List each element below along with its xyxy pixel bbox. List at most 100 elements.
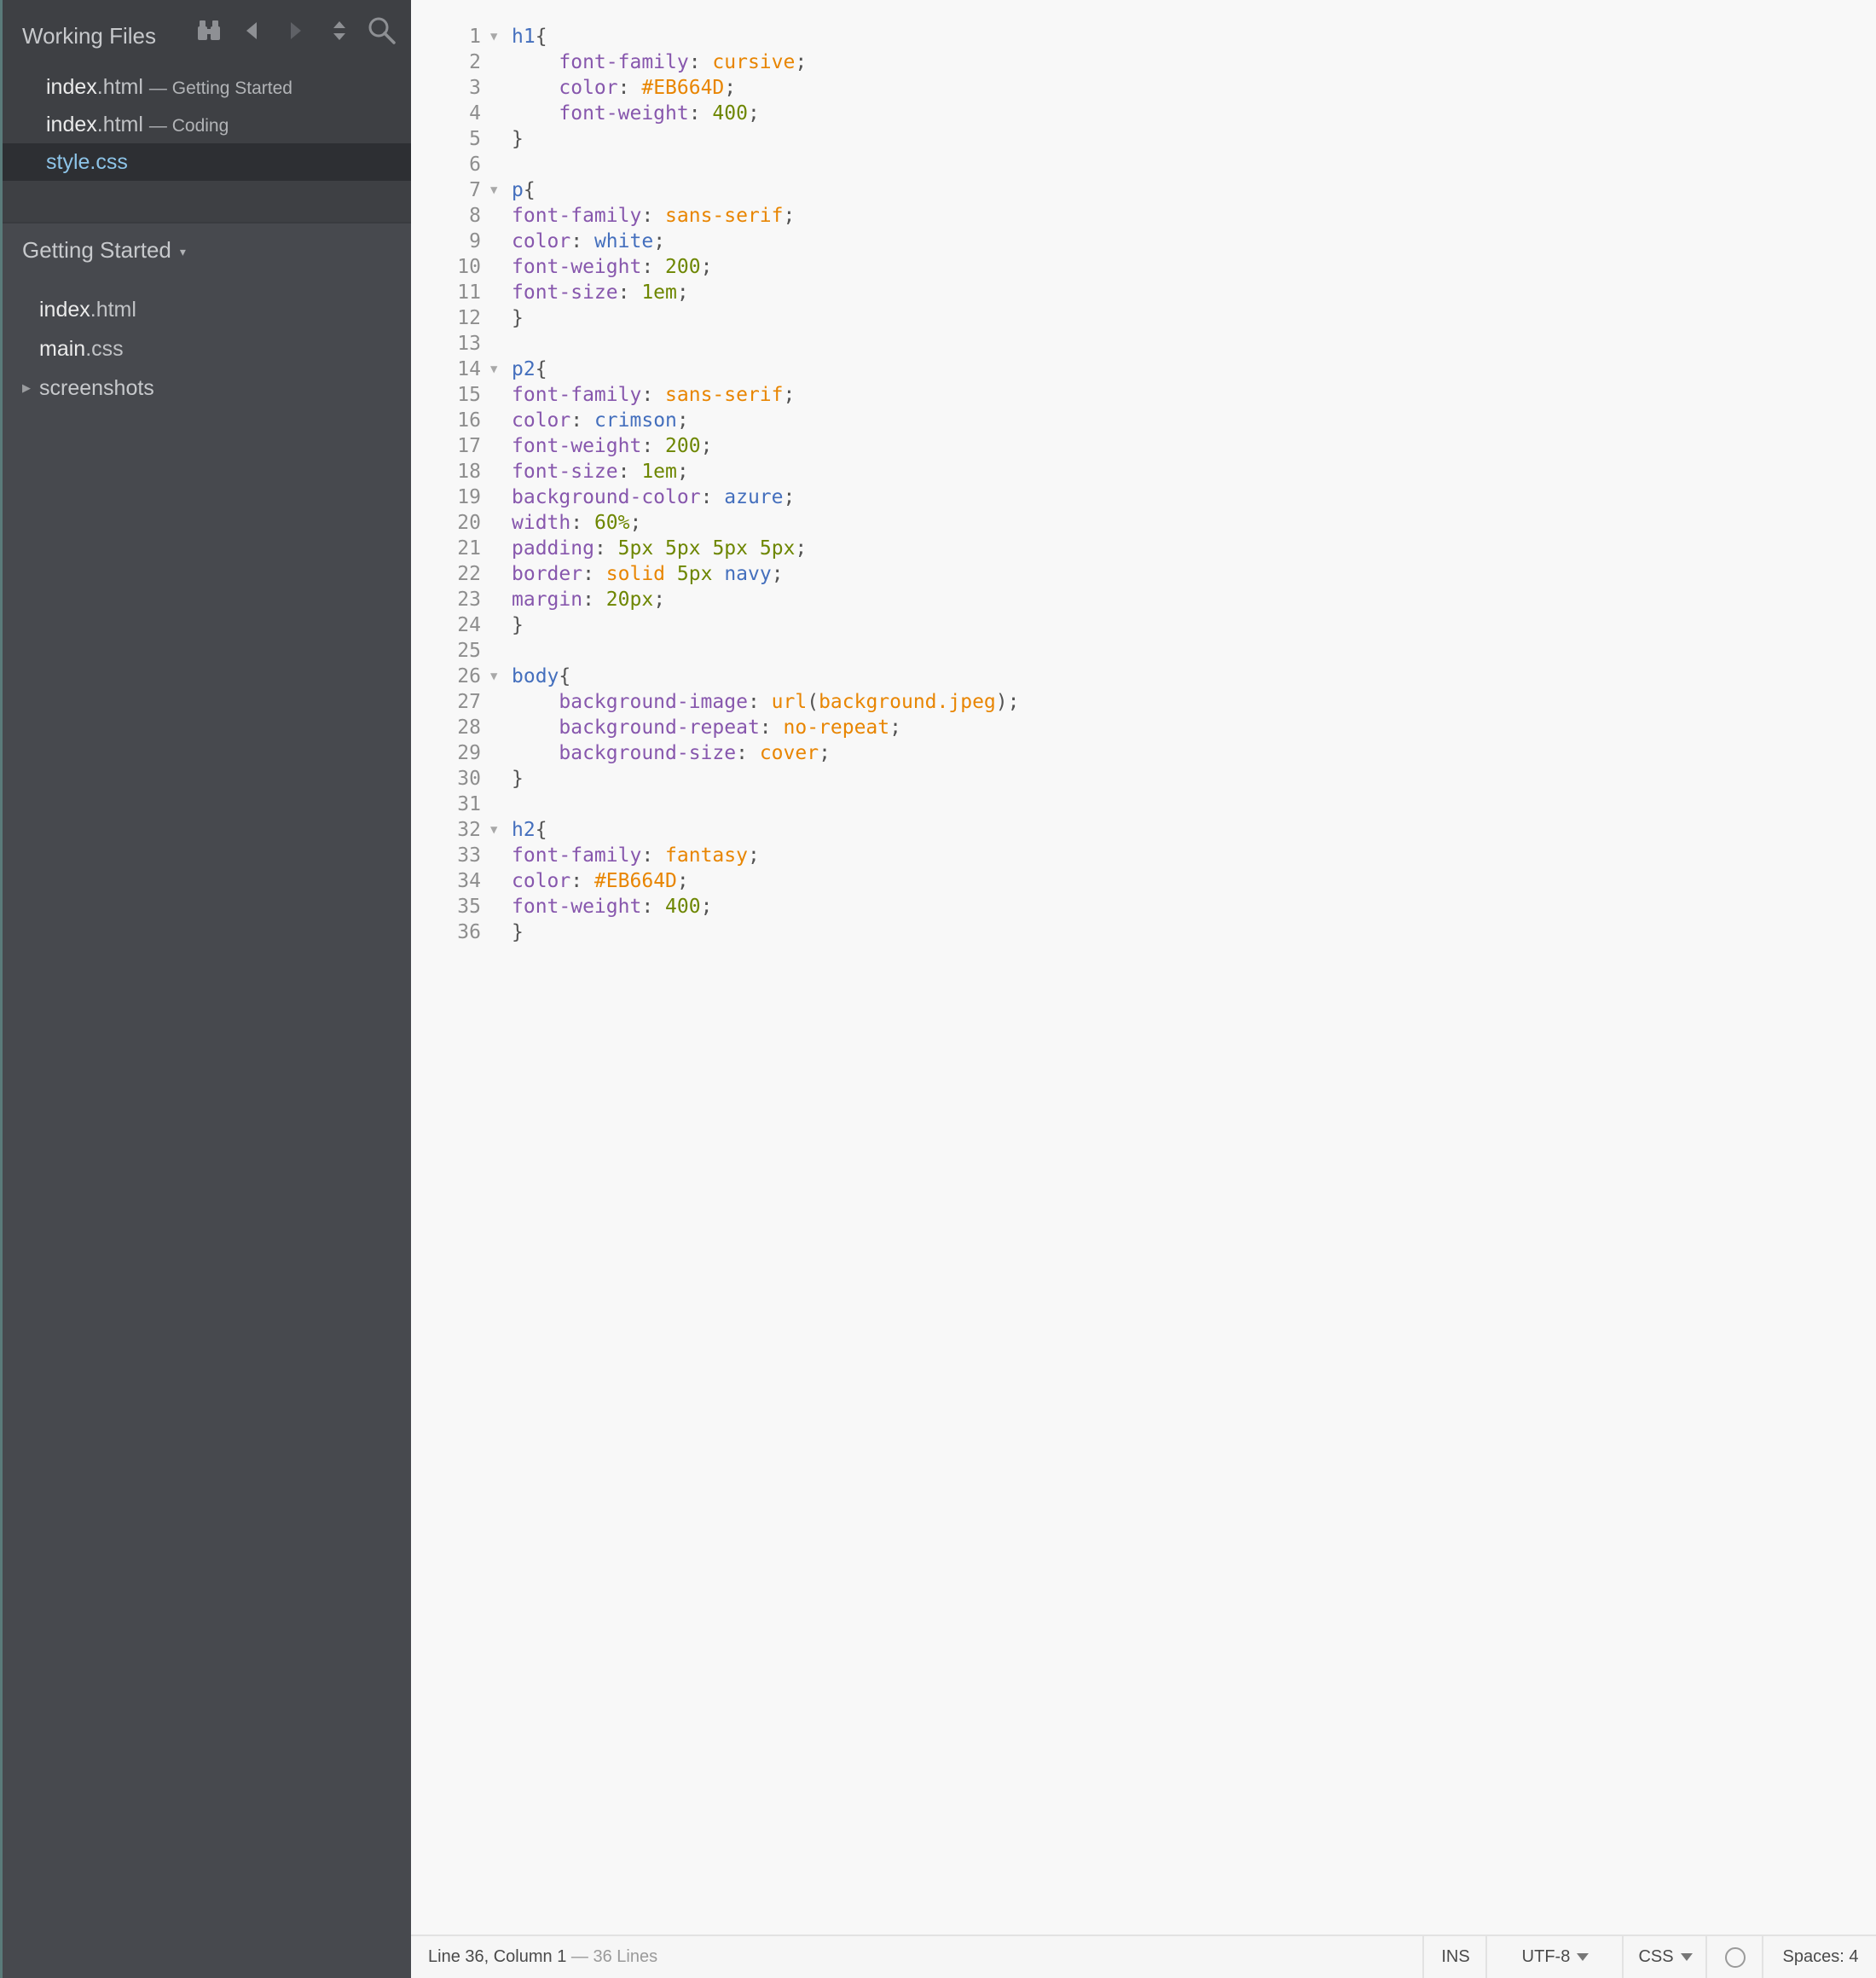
code-token: font-family — [512, 205, 642, 227]
fold-toggle-icon[interactable]: ▼ — [490, 24, 497, 49]
search-icon[interactable] — [365, 14, 399, 48]
code-token: ; — [676, 409, 689, 432]
disclosure-triangle-icon[interactable]: ▶ — [22, 368, 31, 408]
code-token: ( — [807, 691, 819, 713]
fold-toggle-icon[interactable]: ▼ — [490, 664, 497, 689]
encoding-select[interactable]: UTF-8 — [1485, 1936, 1624, 1978]
tree-file[interactable]: index.html — [3, 290, 411, 329]
code-token: 400 — [712, 102, 748, 125]
code-text: background-color: azure; — [512, 484, 795, 510]
working-file-item[interactable]: index.html — Coding — [3, 106, 411, 143]
code-text: font-family: sans-serif; — [512, 203, 795, 229]
code-text: margin: 20px; — [512, 587, 665, 612]
binoculars-icon[interactable] — [192, 14, 226, 48]
working-file-item[interactable]: index.html — Getting Started — [3, 68, 411, 106]
code-token: } — [512, 307, 524, 329]
code-token: background-repeat — [559, 716, 760, 739]
code-token: : — [759, 716, 784, 739]
line-number: 16 — [457, 409, 481, 432]
code-token: ; — [795, 537, 808, 560]
line-number: 18 — [457, 461, 481, 483]
code-text: font-weight: 200; — [512, 433, 712, 459]
linter-status[interactable] — [1705, 1936, 1763, 1978]
code-token: 5px — [759, 537, 796, 560]
code-text: color: crimson; — [512, 408, 689, 433]
code-token: ; — [771, 563, 784, 585]
code-text: border: solid 5px navy; — [512, 561, 784, 587]
file-extension: .css — [90, 150, 128, 174]
code-text: } — [512, 126, 524, 152]
code-token: ; — [676, 281, 689, 304]
code-token: ; — [700, 256, 713, 278]
code-text: font-family: cursive; — [512, 49, 807, 75]
code-token: : — [641, 384, 666, 406]
tree-folder[interactable]: ▶ screenshots — [3, 368, 411, 408]
line-number: 30 — [457, 768, 481, 790]
code-token: sans-serif — [665, 205, 784, 227]
code-text: h1{ — [512, 24, 547, 49]
line-number: 23 — [457, 589, 481, 611]
fold-toggle-icon[interactable]: ▼ — [490, 177, 497, 203]
language-select[interactable]: CSS — [1622, 1936, 1707, 1978]
indent-label: Spaces: — [1782, 1947, 1844, 1966]
code-token: ; — [653, 230, 666, 252]
code-token: : — [688, 51, 713, 73]
code-text: width: 60%; — [512, 510, 641, 536]
code-text: font-weight: 400; — [512, 894, 712, 919]
code-token: navy — [724, 563, 772, 585]
project-file-tree: index.html main.css ▶ screenshots — [3, 290, 411, 408]
code-token: 60% — [593, 512, 630, 534]
project-dropdown[interactable]: Getting Started ▾ — [22, 232, 186, 270]
code-token: p2 — [512, 358, 536, 380]
file-name: index — [46, 75, 97, 99]
code-token: : — [570, 230, 594, 252]
code-token: 1em — [641, 281, 677, 304]
code-token: font-size — [512, 281, 618, 304]
code-token: ; — [700, 435, 713, 457]
code-text: background-repeat: no-repeat; — [512, 715, 901, 740]
code-token: padding — [512, 537, 594, 560]
linter-circle-icon — [1725, 1946, 1746, 1968]
line-number: 14 — [457, 358, 481, 380]
code-token: ; — [700, 896, 713, 918]
code-text: font-family: sans-serif; — [512, 382, 795, 408]
split-sort-icon[interactable] — [322, 14, 356, 48]
tree-item-name: screenshots — [39, 376, 154, 400]
indent-settings[interactable]: Spaces: 4 — [1762, 1936, 1876, 1978]
file-extension: .html — [96, 75, 143, 99]
tree-item-name: index — [39, 298, 90, 322]
fold-toggle-icon[interactable]: ▼ — [490, 357, 497, 382]
back-icon[interactable] — [234, 14, 269, 48]
tree-file[interactable]: main.css — [3, 329, 411, 368]
code-token: color — [559, 77, 618, 99]
line-number: 9 — [469, 230, 481, 252]
line-number: 25 — [457, 640, 481, 662]
code-token: solid — [605, 563, 666, 585]
code-text: body{ — [512, 664, 570, 689]
chevron-down-icon — [1680, 1953, 1693, 1962]
code-token: font-size — [512, 461, 618, 483]
line-number: 28 — [457, 716, 481, 739]
code-token: cover — [759, 742, 819, 764]
code-token: ; — [783, 486, 796, 508]
code-token: : — [641, 256, 666, 278]
working-file-item[interactable]: style.css — [3, 143, 411, 181]
line-number: 32 — [457, 819, 481, 841]
insert-mode-toggle[interactable]: INS — [1422, 1936, 1487, 1978]
line-number: 4 — [469, 102, 481, 125]
code-token: 5px — [617, 537, 654, 560]
forward-icon[interactable] — [279, 14, 313, 48]
fold-toggle-icon[interactable]: ▼ — [490, 817, 497, 843]
code-token: : — [617, 461, 642, 483]
code-token: cursive — [712, 51, 796, 73]
code-token: ; — [747, 102, 760, 125]
code-editor[interactable]: 1 ▼ h1{2 font-family: cursive; 3 color: #EB… — [411, 0, 1876, 1934]
code-token: ; — [889, 716, 901, 739]
line-number: 2 — [469, 51, 481, 73]
line-number: 36 — [457, 921, 481, 943]
code-token: { — [535, 26, 547, 48]
